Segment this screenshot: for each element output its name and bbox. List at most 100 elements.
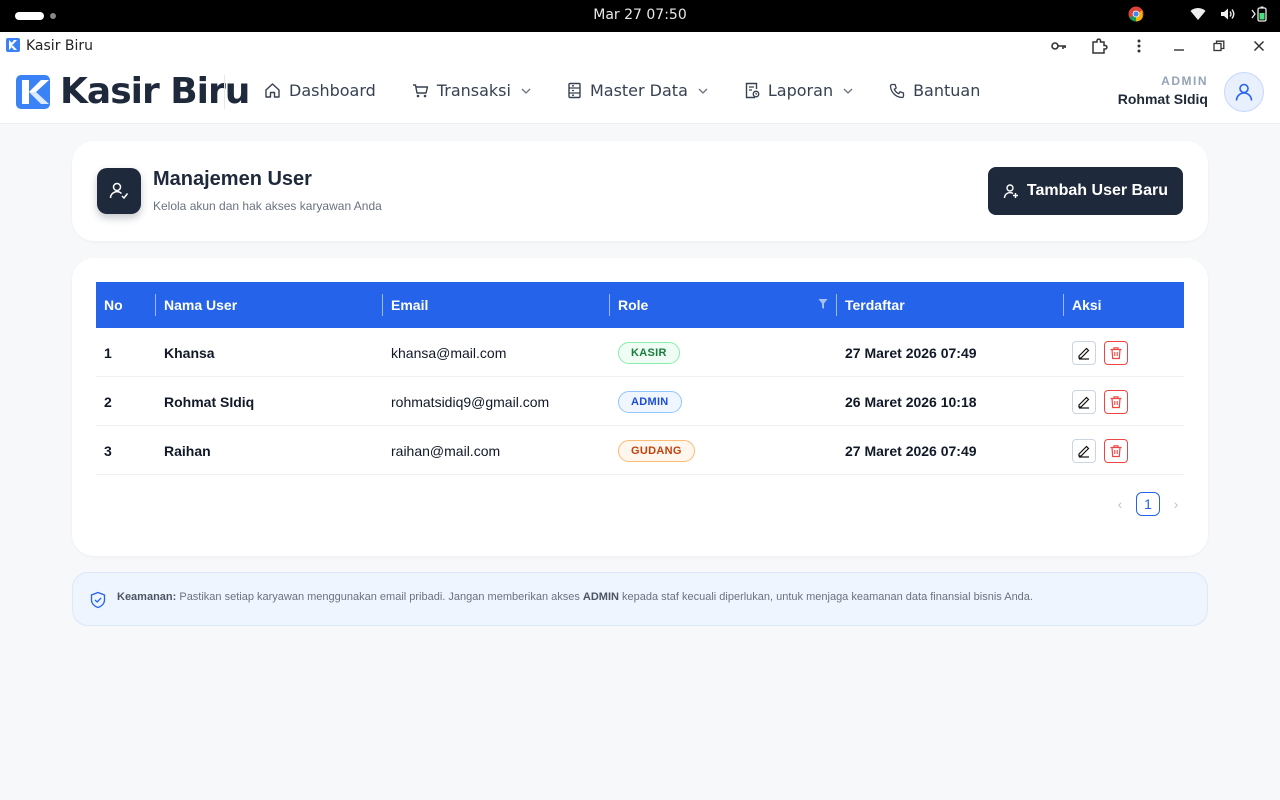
filter-icon[interactable] xyxy=(818,298,828,310)
battery-icon[interactable] xyxy=(1250,6,1268,22)
minimize-icon[interactable] xyxy=(1168,36,1190,56)
edit-button[interactable] xyxy=(1072,438,1096,463)
nav-transaksi-label: Transaksi xyxy=(436,81,511,100)
trash-icon xyxy=(1110,395,1122,408)
nav-transaksi[interactable]: Transaksi xyxy=(412,81,531,100)
cell-no: 3 xyxy=(104,442,112,459)
add-user-label: Tambah User Baru xyxy=(1026,182,1168,199)
report-icon xyxy=(745,82,760,99)
volume-icon[interactable] xyxy=(1220,7,1236,21)
phone-icon xyxy=(889,83,905,98)
page-header-card: Manajemen User Kelola akun dan hak akses… xyxy=(72,141,1208,241)
next-page-icon[interactable]: › xyxy=(1168,492,1184,516)
col-actions: Aksi xyxy=(1072,297,1102,313)
app-logo-icon xyxy=(6,38,20,52)
pencil-icon xyxy=(1078,347,1090,360)
avatar[interactable] xyxy=(1224,72,1264,112)
nav-laporan-label: Laporan xyxy=(767,81,834,100)
user-name: Rohmat SIdiq xyxy=(1117,91,1208,107)
cell-name: Rohmat SIdiq xyxy=(164,393,255,410)
cell-registered: 27 Maret 2026 07:49 xyxy=(845,344,977,361)
col-role[interactable]: Role xyxy=(610,282,837,328)
shield-check-icon xyxy=(90,591,106,609)
security-text-1: Pastikan setiap karyawan menggunakan ema… xyxy=(176,591,583,603)
pencil-icon xyxy=(1078,396,1090,409)
delete-button[interactable] xyxy=(1104,438,1128,463)
table-row: 2 Rohmat SIdiq rohmatsidiq9@gmail.com AD… xyxy=(96,377,1184,426)
table-row: 3 Raihan raihan@mail.com GUDANG 27 Maret… xyxy=(96,426,1184,475)
trash-icon xyxy=(1110,346,1122,359)
cart-icon xyxy=(412,84,429,98)
wifi-icon[interactable] xyxy=(1190,7,1206,21)
nav-master-data-label: Master Data xyxy=(589,81,688,100)
col-email[interactable]: Email xyxy=(383,282,610,328)
brand-name: Kasir Biru xyxy=(60,71,250,112)
page-title: Manajemen User xyxy=(153,168,312,190)
database-icon xyxy=(568,82,581,99)
cell-email: khansa@mail.com xyxy=(391,344,507,361)
edit-button[interactable] xyxy=(1072,340,1096,365)
nav-laporan[interactable]: Laporan xyxy=(744,81,853,100)
os-top-bar: Mar 27 07:50 xyxy=(0,0,1280,32)
delete-button[interactable] xyxy=(1104,389,1128,414)
brand-logo-icon xyxy=(16,75,50,109)
system-tray[interactable] xyxy=(1128,6,1268,22)
delete-button[interactable] xyxy=(1104,340,1128,365)
chevron-down-icon xyxy=(698,88,708,94)
nav-bantuan-label: Bantuan xyxy=(913,81,981,100)
cell-no: 2 xyxy=(104,393,112,410)
pencil-icon xyxy=(1078,445,1090,458)
col-name[interactable]: Nama User xyxy=(156,282,383,328)
nav-dashboard[interactable]: Dashboard xyxy=(264,81,376,100)
user-role: ADMIN xyxy=(1161,74,1208,88)
page-subtitle: Kelola akun dan hak akses karyawan Anda xyxy=(153,199,382,213)
nav-bantuan[interactable]: Bantuan xyxy=(889,81,980,100)
more-menu-icon[interactable] xyxy=(1128,36,1150,56)
cell-name: Khansa xyxy=(164,344,215,361)
prev-page-icon[interactable]: ‹ xyxy=(1112,492,1128,516)
users-table-card: No Nama User Email Role Terdaftar Aksi 1… xyxy=(72,258,1208,556)
add-user-icon xyxy=(1003,184,1018,199)
col-no[interactable]: No xyxy=(96,282,156,328)
security-notice-text: Keamanan: Pastikan setiap karyawan mengg… xyxy=(117,591,1033,603)
col-registered[interactable]: Terdaftar xyxy=(837,282,1064,328)
role-badge: ADMIN xyxy=(618,390,682,413)
pagination: ‹ 1 › xyxy=(1112,492,1184,516)
cell-email: rohmatsidiq9@gmail.com xyxy=(391,393,550,410)
window-title-bar: Kasir Biru xyxy=(0,32,1280,60)
edit-button[interactable] xyxy=(1072,389,1096,414)
nav-master-data[interactable]: Master Data xyxy=(567,81,708,100)
restore-icon[interactable] xyxy=(1208,36,1230,56)
chevron-down-icon xyxy=(843,88,853,94)
cell-name: Raihan xyxy=(164,442,211,459)
role-badge: GUDANG xyxy=(618,439,695,462)
cell-registered: 26 Maret 2026 10:18 xyxy=(845,393,977,410)
users-icon xyxy=(97,168,141,214)
security-highlight: ADMIN xyxy=(582,591,619,603)
brand[interactable]: Kasir Biru xyxy=(16,71,250,112)
role-badge: KASIR xyxy=(618,341,680,364)
security-notice: Keamanan: Pastikan setiap karyawan mengg… xyxy=(72,572,1208,626)
trash-icon xyxy=(1110,444,1122,457)
key-icon[interactable] xyxy=(1048,36,1070,56)
home-icon xyxy=(265,83,280,98)
nav-dashboard-label: Dashboard xyxy=(289,81,376,100)
cell-email: raihan@mail.com xyxy=(391,442,501,459)
page-number[interactable]: 1 xyxy=(1136,492,1160,516)
user-icon xyxy=(1235,83,1253,101)
table-row: 1 Khansa khansa@mail.com KASIR 27 Maret … xyxy=(96,328,1184,377)
cell-registered: 27 Maret 2026 07:49 xyxy=(845,442,977,459)
header-divider xyxy=(224,75,225,109)
add-user-button[interactable]: Tambah User Baru xyxy=(987,167,1183,215)
window-title: Kasir Biru xyxy=(26,38,94,54)
chrome-icon[interactable] xyxy=(1128,6,1144,22)
user-info[interactable]: ADMIN Rohmat SIdiq xyxy=(1118,74,1208,107)
security-label: Keamanan: xyxy=(117,591,177,603)
cell-no: 1 xyxy=(104,344,112,361)
os-clock[interactable]: Mar 27 07:50 xyxy=(0,7,1280,23)
main-nav: Dashboard Transaksi Master Data Laporan … xyxy=(264,81,1016,100)
extensions-icon[interactable] xyxy=(1088,36,1110,56)
chevron-down-icon xyxy=(521,88,531,94)
close-icon[interactable] xyxy=(1248,36,1270,56)
app-header: Kasir Biru Dashboard Transaksi Master Da… xyxy=(0,60,1280,124)
